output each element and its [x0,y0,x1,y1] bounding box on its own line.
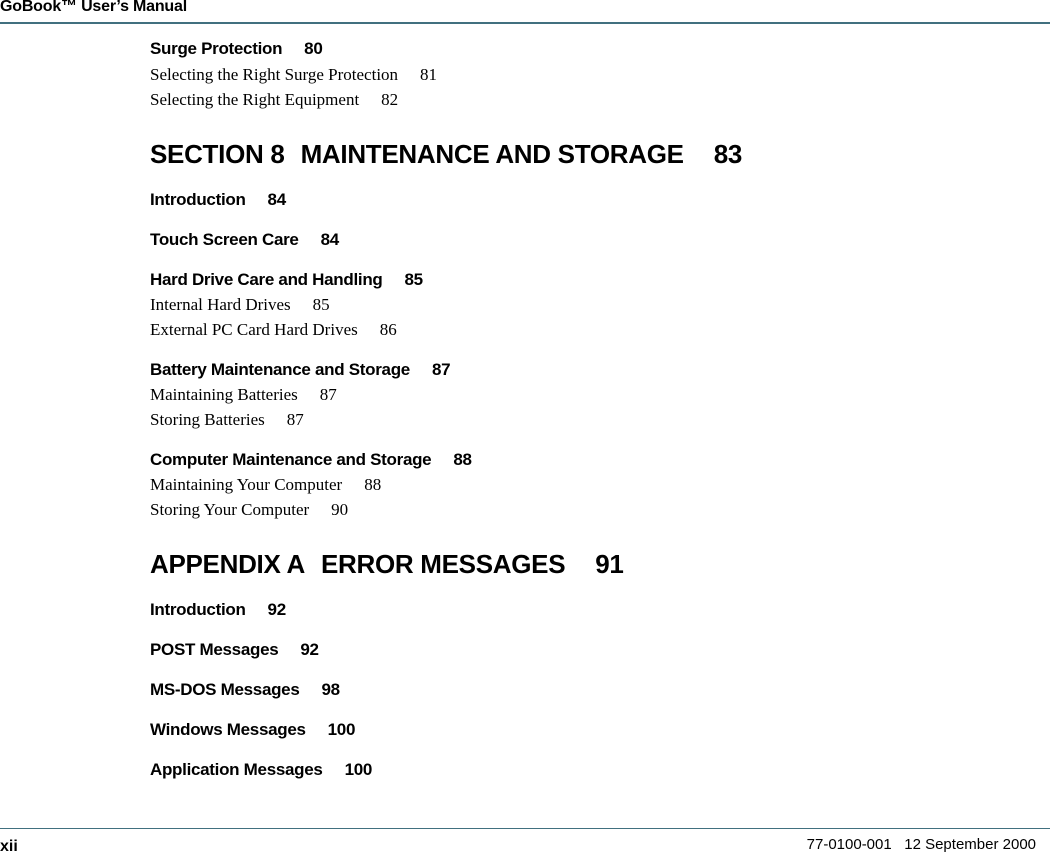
toc-entry-page: 92 [300,640,319,659]
running-header-title: GoBook™ User’s Manual [0,0,187,15]
footer-page-number: xii [0,838,18,855]
toc-entry[interactable]: Storing Your Computer 90 [150,500,348,520]
toc-entry[interactable]: POST Messages 92 [150,640,319,660]
footer-divider [0,828,1050,829]
toc-entry-page: 92 [267,600,287,619]
toc-entry-title: Windows Messages [150,720,306,739]
toc-entry-title: Surge Protection [150,39,283,58]
toc-entry-page: 88 [364,475,382,494]
toc-entry-title: Maintaining Batteries [150,385,298,404]
toc-entry-page: 91 [595,549,624,579]
toc-entry[interactable]: External PC Card Hard Drives 86 [150,320,397,340]
toc-entry-title: Computer Maintenance and Storage [150,450,432,469]
toc-entry[interactable]: Surge Protection 80 [150,39,323,59]
toc-entry[interactable]: Maintaining Batteries 87 [150,385,337,405]
toc-entry-title: Storing Your Computer [150,500,310,519]
toc-entry[interactable]: Computer Maintenance and Storage 88 [150,450,472,470]
toc-entry-title: Selecting the Right Equipment [150,90,360,109]
toc-section-label: SECTION 8 [150,139,285,169]
header-divider [0,22,1050,24]
toc-section-heading[interactable]: SECTION 8 MAINTENANCE AND STORAGE 83 [150,139,742,170]
toc-entry-title: Application Messages [150,760,323,779]
toc-section-heading[interactable]: APPENDIX A ERROR MESSAGES 91 [150,549,624,580]
toc-entry-page: 90 [331,500,349,519]
toc-entry-page: 84 [320,230,340,249]
toc-entry-page: 100 [344,760,373,779]
toc-entry-title: ERROR MESSAGES [320,549,566,579]
toc-section-label: APPENDIX A [150,549,305,579]
toc-entry-page: 86 [379,320,397,339]
toc-entry-title: MS-DOS Messages [150,680,300,699]
toc-entry-page: 87 [319,385,337,404]
toc-entry[interactable]: Windows Messages 100 [150,720,355,740]
toc-entry[interactable]: Storing Batteries 87 [150,410,304,430]
toc-entry[interactable]: Touch Screen Care 84 [150,230,339,250]
toc-entry[interactable]: Maintaining Your Computer 88 [150,475,381,495]
toc-entry-page: 88 [453,450,472,469]
toc-entry-page: 81 [420,65,438,84]
toc-entry[interactable]: MS-DOS Messages 98 [150,680,340,700]
toc-entry-title: Selecting the Right Surge Protection [150,65,399,84]
toc-entry-title: Battery Maintenance and Storage [150,360,410,379]
toc-entry-title: External PC Card Hard Drives [150,320,358,339]
toc-entry-page: 85 [312,295,330,314]
toc-entry-title: Maintaining Your Computer [150,475,343,494]
toc-entry-page: 87 [286,410,304,429]
footer-date: 12 September 2000 [904,836,1036,853]
toc-entry[interactable]: Selecting the Right Equipment 82 [150,90,398,110]
toc-entry-page: 84 [267,190,287,209]
toc-entry[interactable]: Selecting the Right Surge Protection 81 [150,65,437,85]
toc-entry-title: Touch Screen Care [150,230,299,249]
toc-entry-page: 85 [404,270,424,289]
footer-doc-info: 77-0100-001 12 September 2000 [807,836,1036,853]
toc-entry-title: Internal Hard Drives [150,295,291,314]
toc-entry[interactable]: Application Messages 100 [150,760,372,780]
toc-entry-title: Introduction [150,190,246,209]
toc-entry-title: Storing Batteries [150,410,265,429]
toc-entry-title: Hard Drive Care and Handling [150,270,383,289]
toc-entry[interactable]: Hard Drive Care and Handling 85 [150,270,423,290]
footer-doc-id: 77-0100-001 [806,836,892,853]
toc-entry-title: POST Messages [150,640,279,659]
toc-entry-title: MAINTENANCE AND STORAGE [300,139,684,169]
toc-entry-title: Introduction [150,600,246,619]
toc-entry-page: 82 [381,90,399,109]
toc-entry-page: 98 [321,680,341,699]
toc-entry[interactable]: Introduction 84 [150,190,286,210]
toc-entry[interactable]: Introduction 92 [150,600,286,620]
toc-entry[interactable]: Internal Hard Drives 85 [150,295,330,315]
toc-entry-page: 87 [431,360,451,379]
toc-entry-page: 80 [304,39,323,58]
toc-entry-page: 100 [327,720,356,739]
toc-entry-page: 83 [713,139,743,169]
toc-entry[interactable]: Battery Maintenance and Storage 87 [150,360,451,380]
